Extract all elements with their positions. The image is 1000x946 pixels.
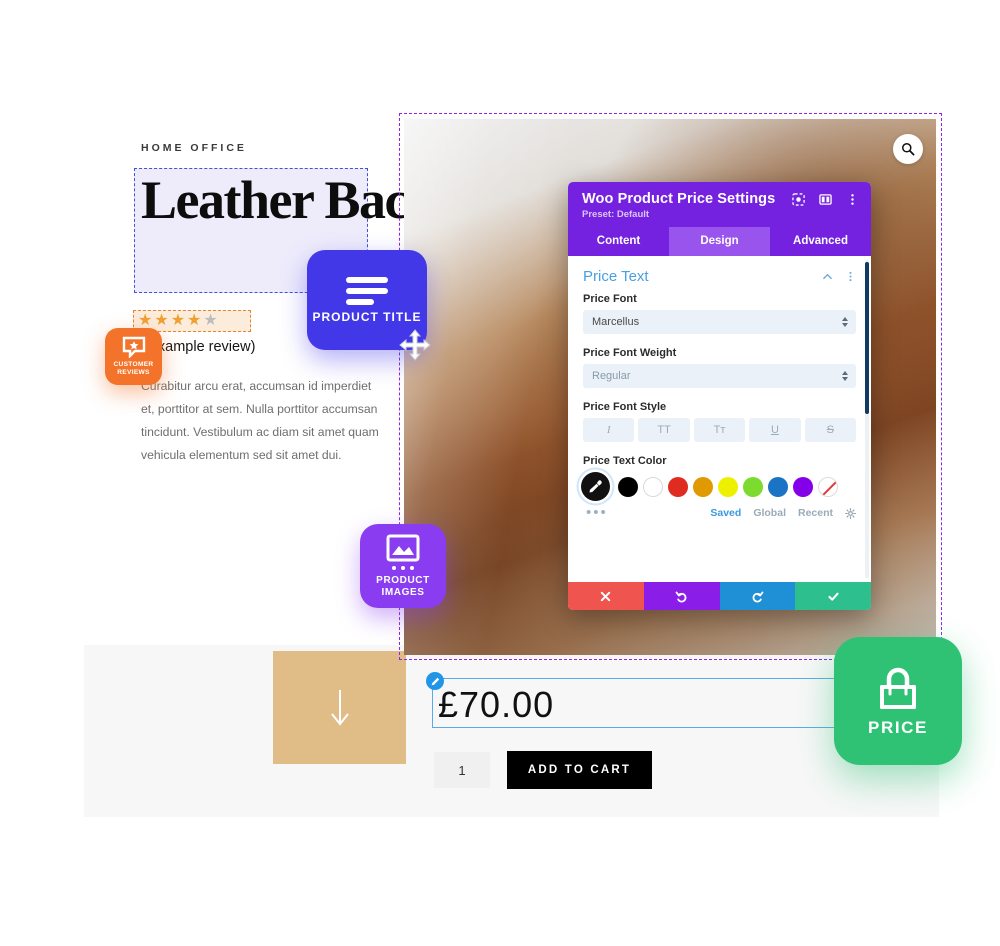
customer-reviews-badge[interactable]: CUSTOMER REVIEWS [105, 328, 162, 385]
palette-tab-global[interactable]: Global [753, 507, 786, 519]
swatch-purple[interactable] [793, 476, 813, 497]
swatch-blue[interactable] [768, 476, 788, 497]
image-icon [386, 534, 420, 561]
field-price-font-weight: Price Font Weight Regular [568, 347, 871, 388]
uppercase-button[interactable]: TT [638, 418, 690, 442]
italic-button[interactable]: I [583, 418, 635, 442]
palette-tab-saved[interactable]: Saved [710, 507, 741, 519]
field-label: Price Font Style [583, 401, 667, 413]
modal-body: Price Text Price Font Marcellus Price Fo… [568, 256, 871, 582]
palette-tab-recent[interactable]: Recent [798, 507, 833, 519]
product-price: £70.00 [438, 684, 555, 725]
image-zoom-button[interactable] [893, 134, 923, 164]
search-icon [902, 143, 915, 156]
text-lines-icon [346, 276, 388, 305]
tab-content[interactable]: Content [568, 227, 669, 256]
layout-columns-icon[interactable] [819, 193, 832, 206]
focus-target-icon[interactable] [792, 193, 805, 206]
section-title: Price Text [583, 268, 649, 285]
redo-icon [752, 591, 764, 602]
undo-button[interactable] [643, 582, 720, 610]
tab-design[interactable]: Design [669, 227, 770, 256]
swatch-none[interactable] [818, 476, 838, 497]
swatch-red[interactable] [668, 476, 688, 497]
page-canvas [84, 645, 939, 817]
gear-icon[interactable] [845, 507, 856, 519]
pencil-edit-icon [431, 677, 439, 685]
section-header-price-text[interactable]: Price Text [568, 256, 871, 293]
screenshot-root: HOME OFFICE Leather Backpack ★★★★★ (exam… [0, 0, 1000, 946]
modal-footer [568, 582, 871, 610]
badge-label: PRICE [868, 718, 928, 737]
palette-tabs: Saved Global Recent [710, 507, 856, 519]
field-label: Price Font Weight [583, 347, 677, 359]
cancel-button[interactable] [568, 582, 644, 610]
shopping-bag-icon [880, 667, 916, 709]
strikethrough-button[interactable]: S [804, 418, 857, 442]
image-dots-icon [392, 565, 414, 570]
eyedropper-icon [589, 480, 602, 493]
modal-header: Woo Product Price Settings Preset: Defau… [568, 182, 871, 227]
modal-header-icons [792, 193, 859, 206]
color-swatches [568, 472, 871, 501]
settings-modal: Woo Product Price Settings Preset: Defau… [568, 182, 871, 610]
arrow-down-icon [330, 689, 349, 726]
review-star-bubble-icon [122, 336, 145, 358]
badge-label: PRODUCT IMAGES [376, 574, 430, 598]
font-style-buttons: I TT Tт U S [583, 418, 857, 442]
swatch-orange[interactable] [693, 476, 713, 497]
redo-button[interactable] [719, 582, 796, 610]
modal-preset[interactable]: Preset: Default [582, 209, 857, 220]
swatch-black[interactable] [618, 476, 638, 497]
stars-empty: ★ [203, 312, 220, 329]
eyedropper-button[interactable] [581, 472, 610, 501]
scroll-down-swatch[interactable] [273, 651, 406, 764]
select-value: Regular [592, 370, 631, 382]
field-label: Price Text Color [583, 455, 667, 467]
price-badge[interactable]: PRICE [834, 637, 962, 765]
badge-label: CUSTOMER REVIEWS [113, 361, 154, 376]
section-header-icons [822, 271, 856, 282]
stepper-arrows-icon [842, 317, 848, 327]
page-title: Leather Backpack [141, 170, 542, 230]
ellipsis-icon[interactable]: ••• [586, 505, 608, 520]
underline-button[interactable]: U [749, 418, 801, 442]
undo-icon [675, 591, 687, 602]
move-drag-icon[interactable] [398, 328, 432, 362]
add-to-cart-button[interactable]: ADD TO CART [507, 751, 652, 789]
swatch-yellow[interactable] [718, 476, 738, 497]
swatch-green[interactable] [743, 476, 763, 497]
vertical-dots-icon[interactable] [846, 193, 859, 206]
field-price-font-style: Price Font Style I TT Tт U S [568, 401, 871, 442]
stepper-arrows-icon [842, 371, 848, 381]
select-value: Marcellus [592, 316, 640, 328]
chevron-up-icon[interactable] [822, 271, 833, 282]
field-label: Price Font [583, 293, 637, 305]
field-price-text-color: Price Text Color [568, 455, 871, 467]
price-font-select[interactable]: Marcellus [583, 310, 856, 334]
quantity-input[interactable]: 1 [434, 752, 490, 788]
modal-tabs: Content Design Advanced [568, 227, 871, 256]
product-description: Curabitur arcu erat, accumsan id imperdi… [141, 379, 379, 462]
swatch-white[interactable] [643, 476, 663, 497]
color-palette-footer: ••• Saved Global Recent [568, 501, 871, 520]
eyebrow-label: HOME OFFICE [141, 142, 247, 154]
edit-price-badge[interactable] [426, 672, 444, 690]
field-price-font: Price Font Marcellus [568, 293, 871, 334]
capitalize-button[interactable]: Tт [693, 418, 746, 442]
save-button[interactable] [795, 582, 871, 610]
scrollbar-thumb[interactable] [865, 262, 869, 414]
badge-label: PRODUCT TITLE [312, 309, 422, 324]
close-icon [601, 591, 611, 601]
stars-filled: ★★★★ [138, 312, 204, 329]
tab-advanced[interactable]: Advanced [770, 227, 871, 256]
price-font-weight-select[interactable]: Regular [583, 364, 856, 388]
check-icon [828, 592, 839, 601]
vertical-dots-icon[interactable] [845, 271, 856, 282]
product-images-badge[interactable]: PRODUCT IMAGES [360, 524, 446, 608]
